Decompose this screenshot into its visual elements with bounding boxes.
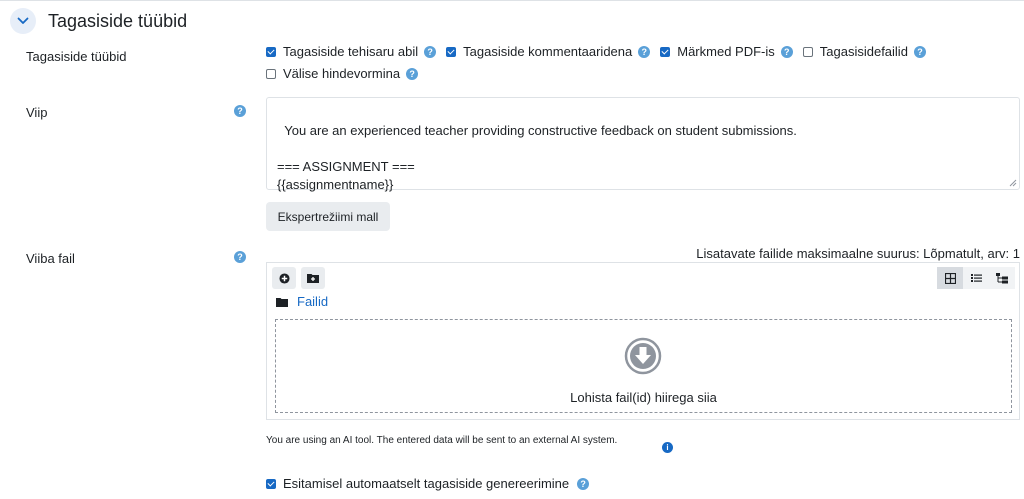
offline-grading-label[interactable]: Välise hindevormina [283, 66, 400, 81]
folder-plus-icon [307, 274, 319, 283]
file-dropzone[interactable]: Lohista fail(id) hiirega siia [275, 319, 1012, 413]
auto-generate-checkbox[interactable] [266, 478, 276, 489]
max-file-size-text: Lisatavate failide maksimaalne suurus: L… [696, 246, 1020, 261]
option-comments: Tagasiside kommentaaridena ? [446, 44, 651, 59]
add-file-button[interactable] [272, 267, 296, 289]
option-feedback-files: Tagasisidefailid ? [802, 44, 926, 59]
create-folder-button[interactable] [301, 267, 325, 289]
feedback-types-label: Tagasiside tüübid [26, 49, 127, 64]
collapse-toggle-button[interactable] [10, 8, 36, 34]
pdf-annotations-checkbox[interactable] [660, 46, 671, 57]
ai-feedback-label[interactable]: Tagasiside tehisaru abil [283, 44, 418, 59]
ai-notice-text: You are using an AI tool. The entered da… [266, 435, 618, 446]
prompt-file-help-icon[interactable]: ? [234, 251, 246, 263]
download-arrow-icon [624, 337, 662, 375]
tree-view-button[interactable] [989, 267, 1015, 289]
files-folder-link[interactable]: Failid [297, 294, 328, 309]
prompt-file-label: Viiba fail [26, 251, 75, 266]
list-view-button[interactable] [963, 267, 989, 289]
file-manager: Failid Lohista fail(id) hiirega siia [266, 262, 1020, 420]
chevron-down-icon [17, 17, 29, 24]
feedback-files-checkbox[interactable] [802, 46, 813, 57]
tree-icon [996, 272, 1008, 283]
info-icon[interactable]: i [662, 442, 673, 453]
prompt-help-icon[interactable]: ? [234, 105, 246, 117]
pdf-annotations-label[interactable]: Märkmed PDF-is [677, 44, 775, 59]
option-pdf-annotations: Märkmed PDF-is ? [660, 44, 793, 59]
comments-checkbox[interactable] [446, 46, 457, 57]
prompt-textarea[interactable]: You are an experienced teacher providing… [266, 97, 1020, 192]
help-icon[interactable]: ? [780, 45, 793, 58]
option-offline-grading: Välise hindevormina ? [266, 66, 419, 81]
resize-grip-icon[interactable] [1009, 179, 1017, 187]
help-icon[interactable]: ? [577, 477, 590, 490]
dropzone-text: Lohista fail(id) hiirega siia [570, 390, 717, 405]
icon-view-button[interactable] [937, 267, 963, 289]
plus-circle-icon [278, 272, 290, 284]
auto-generate-label[interactable]: Esitamisel automaatselt tagasiside gener… [283, 476, 569, 491]
ai-feedback-checkbox[interactable] [266, 46, 276, 57]
offline-grading-checkbox[interactable] [266, 68, 276, 79]
section-title: Tagasiside tüübid [48, 10, 188, 31]
prompt-text[interactable]: You are an experienced teacher providing… [277, 123, 797, 192]
breadcrumb: Failid [276, 294, 328, 309]
section-header: Tagasiside tüübid [10, 8, 187, 34]
feedback-types-options: Tagasiside tehisaru abil ? Tagasiside ko… [266, 44, 936, 59]
comments-label[interactable]: Tagasiside kommentaaridena [463, 44, 632, 59]
view-toggle-group [937, 267, 1015, 289]
feedback-files-label[interactable]: Tagasisidefailid [820, 44, 908, 59]
help-icon[interactable]: ? [424, 45, 437, 58]
folder-icon [276, 297, 288, 307]
help-icon[interactable]: ? [406, 67, 419, 80]
help-icon[interactable]: ? [913, 45, 926, 58]
grid-icon [944, 272, 956, 284]
prompt-label: Viip [26, 105, 48, 120]
top-divider [0, 0, 1024, 1]
expert-template-button[interactable]: Ekspertrežiimi mall [266, 202, 390, 231]
list-icon [970, 274, 982, 282]
auto-generate-option: Esitamisel automaatselt tagasiside gener… [266, 476, 590, 491]
help-icon[interactable]: ? [638, 45, 651, 58]
option-ai-feedback: Tagasiside tehisaru abil ? [266, 44, 437, 59]
